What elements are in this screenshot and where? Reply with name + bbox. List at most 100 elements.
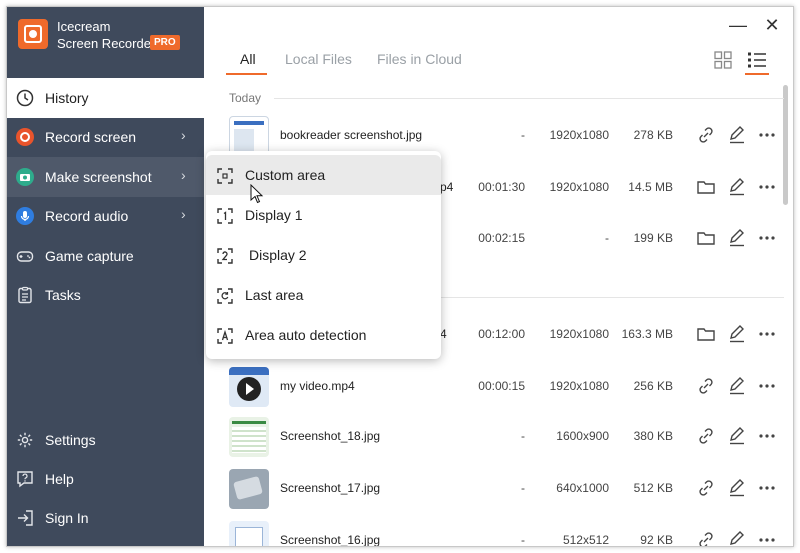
- edit-icon[interactable]: [727, 177, 747, 197]
- sidebar-item-make-screenshot[interactable]: Make screenshot ›: [7, 157, 204, 197]
- file-name: Screenshot_17.jpg: [280, 481, 381, 495]
- sidebar-item-tasks[interactable]: Tasks: [7, 275, 204, 315]
- record-icon: [16, 128, 34, 146]
- file-resolution: -: [605, 231, 609, 245]
- link-icon[interactable]: [696, 125, 716, 145]
- folder-icon[interactable]: [696, 177, 716, 197]
- group-label-today: Today: [229, 91, 262, 105]
- edit-icon[interactable]: [727, 478, 747, 498]
- sidebar-item-label: Game capture: [45, 248, 134, 264]
- menu-item-label: Display 1: [245, 207, 303, 223]
- file-size: 278 KB: [633, 128, 673, 142]
- more-icon[interactable]: [757, 228, 777, 248]
- menu-item-label: Area auto detection: [245, 327, 367, 343]
- link-icon[interactable]: [696, 530, 716, 547]
- file-resolution: 640x1000: [556, 481, 609, 495]
- sidebar-item-history[interactable]: History: [7, 78, 204, 118]
- file-duration: -: [521, 533, 525, 547]
- table-row[interactable]: Screenshot_18.jpg - 1600x900 380 KB: [227, 412, 787, 464]
- chevron-right-icon: ›: [181, 127, 186, 143]
- link-icon[interactable]: [696, 426, 716, 446]
- more-icon[interactable]: [757, 426, 777, 446]
- table-row[interactable]: Screenshot_16.jpg - 512x512 92 KB: [227, 516, 787, 547]
- edit-icon[interactable]: [727, 228, 747, 248]
- edit-icon[interactable]: [727, 125, 747, 145]
- minimize-button[interactable]: —: [726, 14, 750, 38]
- sidebar-item-label: Record screen: [45, 129, 137, 145]
- app-logo-icon: [18, 19, 48, 49]
- edit-icon[interactable]: [727, 530, 747, 547]
- sidebar-item-label: Record audio: [45, 208, 129, 224]
- file-name: p4: [440, 180, 454, 194]
- gamepad-icon: [16, 251, 34, 262]
- menu-item-display-2[interactable]: Display 2: [206, 235, 441, 275]
- file-size: 512 KB: [633, 481, 673, 495]
- file-size: 92 KB: [640, 533, 673, 547]
- table-row[interactable]: Screenshot_17.jpg - 640x1000 512 KB: [227, 464, 787, 516]
- file-resolution: 1600x900: [556, 429, 609, 443]
- app-window: Icecream Screen Recorder PRO History Rec…: [6, 6, 794, 547]
- file-name: bookreader screenshot.jpg: [280, 128, 423, 142]
- view-active-indicator: [745, 73, 769, 75]
- tab-local-files[interactable]: Local Files: [285, 51, 352, 67]
- auto-detect-icon: [217, 328, 233, 344]
- file-size: 163.3 MB: [621, 327, 673, 341]
- file-thumbnail: [229, 521, 269, 546]
- sidebar-item-sign-in[interactable]: Sign In: [7, 498, 204, 538]
- tab-files-in-cloud[interactable]: Files in Cloud: [377, 51, 462, 67]
- more-icon[interactable]: [757, 177, 777, 197]
- sidebar-item-label: Tasks: [45, 287, 81, 303]
- table-row[interactable]: my video.mp4 00:00:15 1920x1080 256 KB: [227, 362, 787, 414]
- more-icon[interactable]: [757, 478, 777, 498]
- sidebar-item-record-screen[interactable]: Record screen ›: [7, 117, 204, 157]
- link-icon[interactable]: [696, 478, 716, 498]
- clock-icon: [16, 89, 34, 107]
- close-button[interactable]: ✕: [760, 14, 784, 38]
- more-icon[interactable]: [757, 125, 777, 145]
- menu-item-area-auto-detection[interactable]: Area auto detection: [206, 315, 441, 355]
- chevron-right-icon: ›: [181, 206, 186, 222]
- grid-view-icon[interactable]: [711, 48, 735, 72]
- sidebar-item-label: Help: [45, 471, 74, 487]
- sidebar-item-label: Make screenshot: [45, 169, 152, 185]
- sidebar-item-game-capture[interactable]: Game capture: [7, 236, 204, 276]
- file-duration: 00:02:15: [478, 231, 525, 245]
- link-icon[interactable]: [696, 376, 716, 396]
- folder-icon[interactable]: [696, 228, 716, 248]
- tab-active-indicator: [226, 73, 267, 75]
- pro-badge: PRO: [150, 35, 180, 50]
- menu-item-last-area[interactable]: Last area: [206, 275, 441, 315]
- file-size: 256 KB: [633, 379, 673, 393]
- microphone-icon: [16, 207, 34, 225]
- sign-in-icon: [18, 510, 33, 526]
- sidebar-item-settings[interactable]: Settings: [7, 420, 204, 460]
- app-name-line2: Screen Recorder: [57, 36, 156, 51]
- menu-item-display-1[interactable]: Display 1: [206, 195, 441, 235]
- edit-icon[interactable]: [727, 324, 747, 344]
- tab-all[interactable]: All: [240, 51, 256, 67]
- tasks-icon: [18, 286, 32, 304]
- display-2-icon: [217, 248, 233, 264]
- file-thumbnail: [229, 116, 269, 156]
- file-size: 199 KB: [633, 231, 673, 245]
- file-name: Screenshot_18.jpg: [280, 429, 381, 443]
- last-area-icon: [217, 288, 233, 304]
- sidebar-item-help[interactable]: Help: [7, 459, 204, 499]
- file-duration: 00:12:00: [478, 327, 525, 341]
- file-name: 4: [440, 327, 447, 341]
- edit-icon[interactable]: [727, 376, 747, 396]
- more-icon[interactable]: [757, 530, 777, 547]
- file-thumbnail: [229, 417, 269, 457]
- file-duration: 00:00:15: [478, 379, 525, 393]
- file-duration: -: [521, 429, 525, 443]
- sidebar-item-record-audio[interactable]: Record audio ›: [7, 196, 204, 236]
- custom-area-icon: [217, 168, 233, 184]
- file-name: Screenshot_16.jpg: [280, 533, 381, 547]
- file-resolution: 512x512: [562, 533, 609, 547]
- folder-icon[interactable]: [696, 324, 716, 344]
- more-icon[interactable]: [757, 376, 777, 396]
- list-view-icon[interactable]: [745, 48, 769, 72]
- menu-item-custom-area[interactable]: Custom area: [206, 155, 441, 195]
- edit-icon[interactable]: [727, 426, 747, 446]
- more-icon[interactable]: [757, 324, 777, 344]
